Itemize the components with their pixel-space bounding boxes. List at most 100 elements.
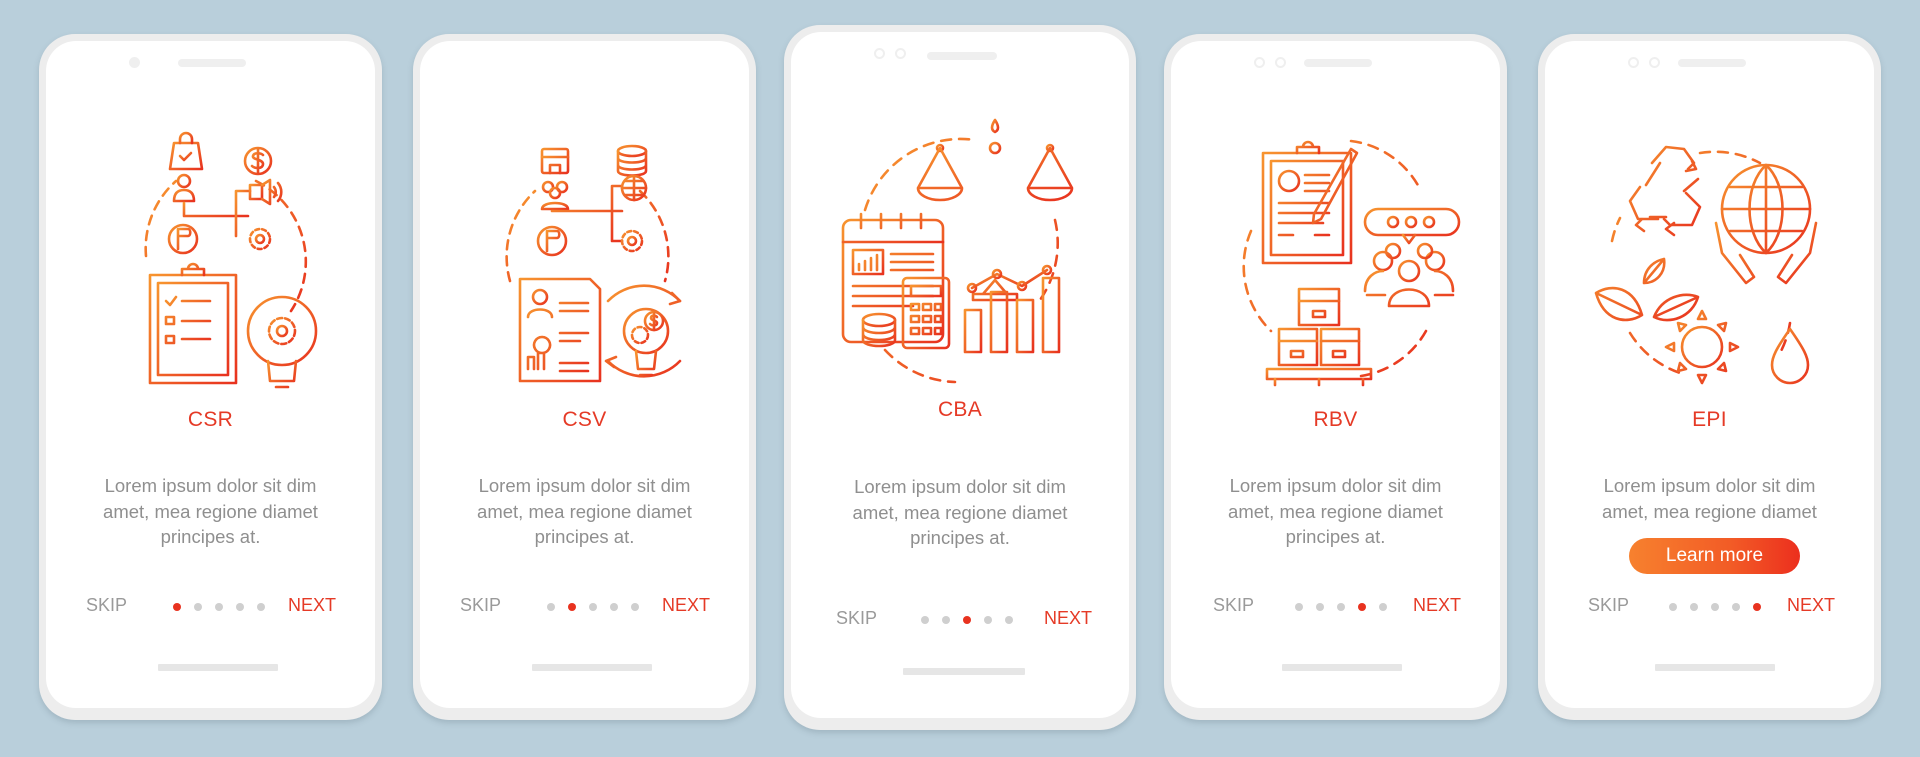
team-group-icon	[1363, 242, 1454, 308]
phone-display: CSR Lorem ipsum dolor sit dim amet, mea …	[46, 41, 375, 708]
next-button[interactable]: NEXT	[1413, 595, 1461, 616]
home-indicator[interactable]	[903, 668, 1025, 675]
idea-money-cycle-icon	[604, 284, 681, 378]
page-dot[interactable]	[610, 603, 618, 611]
chat-bubble-icon	[1363, 207, 1460, 245]
onboarding-nav: SKIP NEXT	[1171, 595, 1500, 619]
front-camera	[874, 48, 906, 59]
page-dot-active[interactable]	[568, 603, 576, 611]
next-button[interactable]: NEXT	[288, 595, 336, 616]
speaker-grille	[1678, 59, 1746, 67]
gear-icon	[248, 227, 271, 251]
phone-screen-cba: CBA Lorem ipsum dolor sit dim amet, mea …	[784, 25, 1136, 730]
skip-button[interactable]: SKIP	[86, 595, 127, 616]
home-indicator[interactable]	[1655, 664, 1775, 671]
screen-title: CSV	[562, 408, 607, 431]
water-drop-icon	[1770, 327, 1809, 385]
phone-display: RBV Lorem ipsum dolor sit dim amet, mea …	[1171, 41, 1500, 708]
gear-icon	[620, 229, 643, 253]
description-line: principes at.	[1285, 526, 1386, 547]
megaphone-icon	[248, 178, 283, 206]
description-line: amet, mea regione diamet	[852, 501, 1068, 523]
leaves-icon	[1594, 257, 1699, 322]
description-line: amet, mea regione diamet	[1602, 500, 1817, 522]
skip-button[interactable]: SKIP	[1213, 595, 1254, 616]
screen-description: Lorem ipsum dolor sit dim amet, mea regi…	[1171, 473, 1500, 550]
skip-button[interactable]: SKIP	[836, 608, 877, 629]
sensor-dot	[1275, 57, 1286, 68]
bar-chart-trend-icon	[963, 264, 1061, 354]
screen-description: Lorem ipsum dolor sit dim amet, mea regi…	[1545, 473, 1874, 524]
phone-screen-csr: CSR Lorem ipsum dolor sit dim amet, mea …	[39, 34, 382, 720]
onboarding-nav: SKIP NEXT	[1545, 595, 1874, 619]
learn-more-button[interactable]: Learn more	[1629, 538, 1800, 574]
phone-display: EPI Lorem ipsum dolor sit dim amet, mea …	[1545, 41, 1874, 708]
camera-dot	[1254, 57, 1265, 68]
description-line: Lorem ipsum dolor sit dim	[854, 476, 1066, 497]
phone-screen-epi: EPI Lorem ipsum dolor sit dim amet, mea …	[1538, 34, 1881, 720]
next-button[interactable]: NEXT	[662, 595, 710, 616]
page-dot[interactable]	[1316, 603, 1324, 611]
globe-hands-icon	[1714, 163, 1817, 285]
recycle-icon	[1628, 145, 1701, 237]
boxes-pallet-icon	[1265, 287, 1372, 387]
next-button[interactable]: NEXT	[1787, 595, 1835, 616]
page-dot[interactable]	[1732, 603, 1740, 611]
page-dot[interactable]	[984, 616, 992, 624]
page-dot[interactable]	[257, 603, 265, 611]
page-indicator	[1669, 603, 1761, 611]
phone-screen-rbv: RBV Lorem ipsum dolor sit dim amet, mea …	[1164, 34, 1507, 720]
page-dot[interactable]	[1295, 603, 1303, 611]
phone-display: CBA Lorem ipsum dolor sit dim amet, mea …	[791, 32, 1129, 718]
description-line: Lorem ipsum dolor sit dim	[1603, 475, 1816, 496]
clipboard-checklist-icon	[148, 262, 237, 385]
page-dot[interactable]	[1690, 603, 1698, 611]
camera-dot	[874, 48, 885, 59]
page-dot[interactable]	[1711, 603, 1719, 611]
page-dot[interactable]	[1337, 603, 1345, 611]
description-line: principes at.	[160, 526, 261, 547]
description-line: amet, mea regione diamet	[103, 500, 318, 522]
phone-screen-csv: CSV Lorem ipsum dolor sit dim amet, mea …	[413, 34, 756, 720]
page-dot[interactable]	[236, 603, 244, 611]
screen-title: CBA	[937, 398, 983, 421]
home-indicator[interactable]	[158, 664, 278, 671]
page-dot-active[interactable]	[963, 616, 971, 624]
page-dot-active[interactable]	[1753, 603, 1761, 611]
page-dot[interactable]	[631, 603, 639, 611]
environmental-performance-index-illustration	[1594, 145, 1817, 385]
camera-dot	[129, 57, 140, 68]
description-line: amet, mea regione diamet	[477, 500, 692, 522]
home-indicator[interactable]	[532, 664, 652, 671]
screen-title: EPI	[1692, 408, 1727, 431]
sensor-dot	[895, 48, 906, 59]
description-line: amet, mea regione diamet	[1228, 500, 1443, 522]
page-dot[interactable]	[215, 603, 223, 611]
clipboard-contract-pen-icon	[1261, 140, 1358, 265]
page-dot[interactable]	[547, 603, 555, 611]
shopping-bag-icon	[168, 131, 203, 171]
dollar-coin-icon	[243, 146, 272, 176]
page-dot[interactable]	[194, 603, 202, 611]
sensor-dot	[1649, 57, 1660, 68]
description-line: Lorem ipsum dolor sit dim	[104, 475, 317, 496]
description-line: principes at.	[534, 526, 635, 547]
page-dot[interactable]	[589, 603, 597, 611]
next-button[interactable]: NEXT	[1044, 608, 1092, 629]
storefront-icon	[540, 147, 569, 175]
lightbulb-gear-icon	[246, 295, 317, 389]
page-dot-active[interactable]	[173, 603, 181, 611]
page-dot[interactable]	[921, 616, 929, 624]
page-dot-active[interactable]	[1358, 603, 1366, 611]
database-icon	[616, 144, 647, 177]
skip-button[interactable]: SKIP	[1588, 595, 1629, 616]
front-camera	[1254, 57, 1286, 68]
page-indicator	[173, 603, 265, 611]
page-dot[interactable]	[1669, 603, 1677, 611]
home-indicator[interactable]	[1282, 664, 1402, 671]
flag-circle-icon	[167, 223, 198, 255]
skip-button[interactable]: SKIP	[460, 595, 501, 616]
page-dot[interactable]	[1379, 603, 1387, 611]
page-dot[interactable]	[942, 616, 950, 624]
page-dot[interactable]	[1005, 616, 1013, 624]
